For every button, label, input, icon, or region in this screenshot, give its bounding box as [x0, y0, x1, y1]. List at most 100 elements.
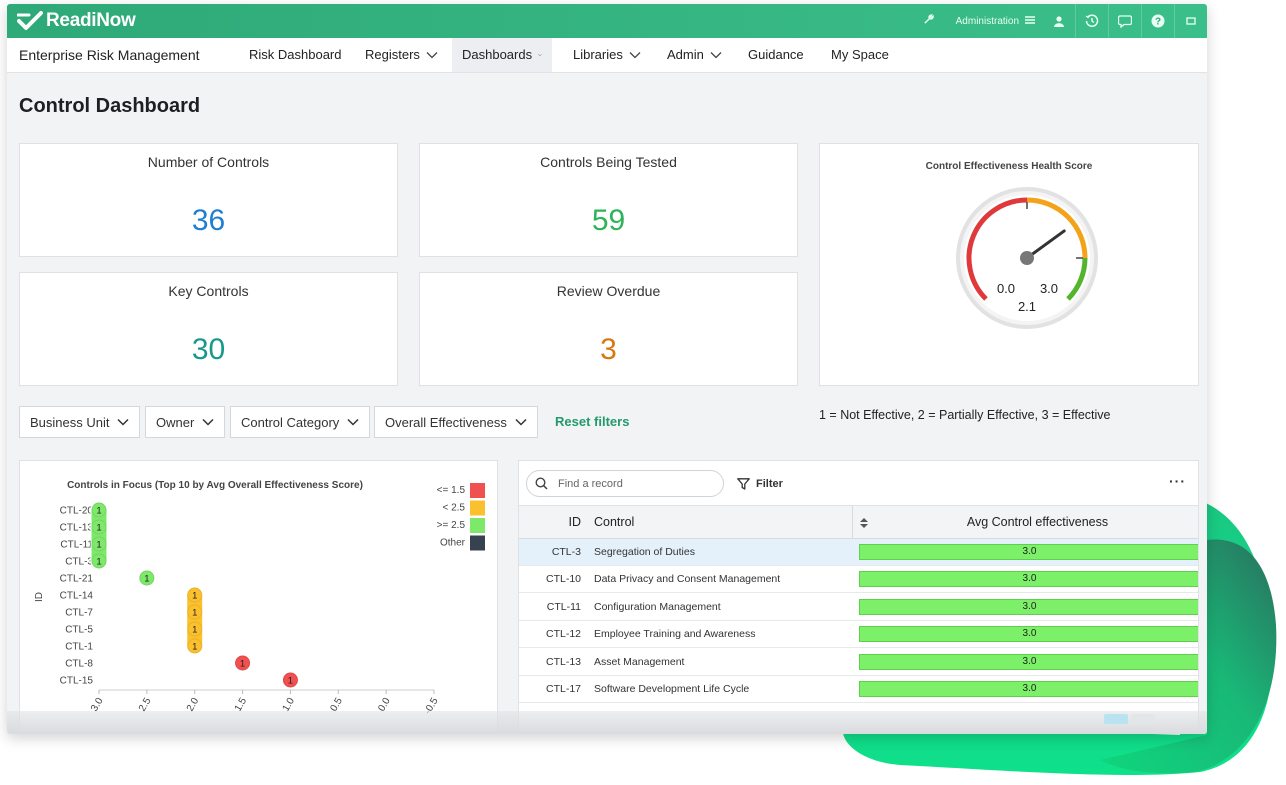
reset-filters-link[interactable]: Reset filters — [555, 406, 629, 438]
brand-name: ReadiNow — [46, 10, 136, 31]
y-tick-label: CTL-21 — [60, 574, 94, 585]
cell-control: Configuration Management — [594, 601, 721, 613]
y-tick-label: CTL-7 — [65, 608, 93, 619]
fullscreen-icon — [1186, 17, 1196, 25]
nav-registers[interactable]: Registers — [355, 38, 448, 72]
search-icon — [535, 477, 548, 490]
nav-label: Guidance — [748, 47, 804, 62]
filter-owner[interactable]: Owner — [145, 406, 225, 438]
cell-id: CTL-3 — [551, 546, 581, 558]
table-row[interactable]: CTL-12 Employee Training and Awareness 3… — [519, 621, 1198, 648]
gauge-value-label: 2.1 — [1018, 299, 1036, 314]
filter-business-unit[interactable]: Business Unit — [19, 406, 140, 438]
more-options-button[interactable]: ··· — [1169, 473, 1186, 489]
effectiveness-legend-text: 1 = Not Effective, 2 = Partially Effecti… — [819, 408, 1111, 422]
app-name: Enterprise Risk Management — [19, 47, 200, 63]
gauge-title: Control Effectiveness Health Score — [925, 161, 1093, 172]
cell-control: Software Development Life Cycle — [594, 683, 750, 695]
nav-my-space[interactable]: My Space — [821, 38, 899, 72]
cell-avg-bar: 3.0 — [859, 626, 1198, 642]
user-button[interactable] — [1043, 4, 1075, 38]
cell-avg-bar: 3.0 — [859, 654, 1198, 670]
cell-id: CTL-13 — [545, 656, 581, 668]
cell-avg-bar: 3.0 — [859, 599, 1198, 615]
table-row[interactable]: CTL-11 Configuration Management 3.0 — [519, 594, 1198, 621]
controls-in-focus-chart-card: Controls in Focus (Top 10 by Avg Overall… — [19, 460, 498, 734]
legend-swatch[interactable] — [470, 518, 485, 533]
y-tick-label: CTL-1 — [65, 642, 93, 653]
y-tick-label: CTL-13 — [60, 523, 94, 534]
y-tick-label: CTL-15 — [60, 676, 94, 687]
help-button[interactable]: ? — [1141, 4, 1174, 38]
kpi-value: 36 — [191, 204, 226, 237]
legend-label: < 2.5 — [442, 503, 465, 514]
history-button[interactable] — [1075, 4, 1108, 38]
nav-admin[interactable]: Admin — [657, 38, 732, 72]
grid-filter-button[interactable]: Filter — [737, 470, 783, 497]
data-point-label: 1 — [96, 540, 101, 551]
page-title: Control Dashboard — [19, 95, 201, 117]
nav-risk-dashboard[interactable]: Risk Dashboard — [239, 38, 352, 72]
wrench-icon[interactable] — [923, 14, 934, 28]
legend-label: >= 2.5 — [437, 520, 466, 531]
search-box[interactable] — [526, 470, 724, 497]
y-tick-label: CTL-5 — [65, 625, 93, 636]
svg-text:?: ? — [1155, 17, 1161, 28]
pagination-current[interactable] — [1104, 714, 1128, 724]
nav-guidance[interactable]: Guidance — [738, 38, 814, 72]
health-score-gauge-card: Control Effectiveness Health Score 0.0 3… — [819, 143, 1199, 386]
column-header-control[interactable]: Control — [594, 506, 634, 539]
chevron-down-icon — [202, 418, 214, 426]
administration-label: Administration — [955, 15, 1019, 27]
sort-icon[interactable] — [859, 517, 869, 529]
user-icon — [1054, 15, 1064, 27]
kpi-card-key-controls[interactable]: Key Controls 30 — [19, 272, 398, 386]
legend-swatch[interactable] — [470, 535, 485, 551]
data-point-label: 1 — [144, 574, 149, 585]
data-point-label: 1 — [192, 591, 197, 602]
top-bar: ReadiNow Administration ? — [7, 4, 1207, 38]
column-divider — [852, 506, 853, 539]
filter-control-category[interactable]: Control Category — [230, 406, 370, 438]
filter-overall-effectiveness[interactable]: Overall Effectiveness — [374, 406, 538, 438]
column-header-avg-effectiveness[interactable]: Avg Control effectiveness — [875, 506, 1198, 539]
gauge-max-label: 3.0 — [1040, 281, 1058, 296]
table-row[interactable]: CTL-10 Data Privacy and Consent Manageme… — [519, 566, 1198, 593]
kpi-card-review-overdue[interactable]: Review Overdue 3 — [419, 272, 798, 386]
kpi-value: 59 — [591, 204, 626, 237]
kpi-label: Number of Controls — [147, 154, 270, 170]
fullscreen-button[interactable] — [1174, 4, 1207, 38]
kpi-label: Controls Being Tested — [540, 154, 677, 170]
kpi-label: Review Overdue — [556, 283, 661, 299]
nav-libraries[interactable]: Libraries — [563, 38, 651, 72]
legend-swatch[interactable] — [470, 483, 485, 498]
gauge-hub — [1020, 251, 1034, 265]
y-tick-label: CTL-11 — [60, 540, 93, 551]
table-row[interactable]: CTL-3 Segregation of Duties 3.0 — [519, 539, 1198, 566]
search-input[interactable] — [556, 476, 710, 491]
chevron-down-icon — [117, 418, 129, 426]
chart-y-axis-label: ID — [34, 592, 45, 602]
table-row[interactable]: CTL-13 Asset Management 3.0 — [519, 649, 1198, 676]
cell-id: CTL-10 — [545, 573, 581, 585]
nav-label: Libraries — [573, 47, 623, 62]
nav-label: Registers — [365, 47, 420, 62]
administration-menu[interactable]: Administration — [956, 16, 1035, 27]
chevron-down-icon — [629, 52, 641, 59]
comments-button[interactable] — [1108, 4, 1141, 38]
cell-avg-bar: 3.0 — [859, 544, 1198, 560]
nav-dashboards[interactable]: Dashboards — [452, 38, 552, 72]
filter-label: Owner — [156, 414, 195, 430]
kpi-value: 3 — [600, 333, 617, 366]
kpi-card-controls-being-tested[interactable]: Controls Being Tested 59 — [419, 143, 798, 257]
kpi-card-number-of-controls[interactable]: Number of Controls 36 — [19, 143, 398, 257]
legend-label: <= 1.5 — [437, 485, 466, 496]
column-header-id[interactable]: ID — [519, 506, 582, 539]
pagination-next[interactable] — [1131, 714, 1155, 724]
brand-logo[interactable]: ReadiNow — [17, 10, 136, 32]
legend-swatch[interactable] — [470, 500, 485, 516]
gauge-min-label: 0.0 — [997, 281, 1015, 296]
table-row[interactable]: CTL-17 Software Development Life Cycle 3… — [519, 676, 1198, 703]
main-navigation: Enterprise Risk Management Risk Dashboar… — [7, 38, 1207, 73]
y-tick-label: CTL-8 — [65, 659, 93, 670]
